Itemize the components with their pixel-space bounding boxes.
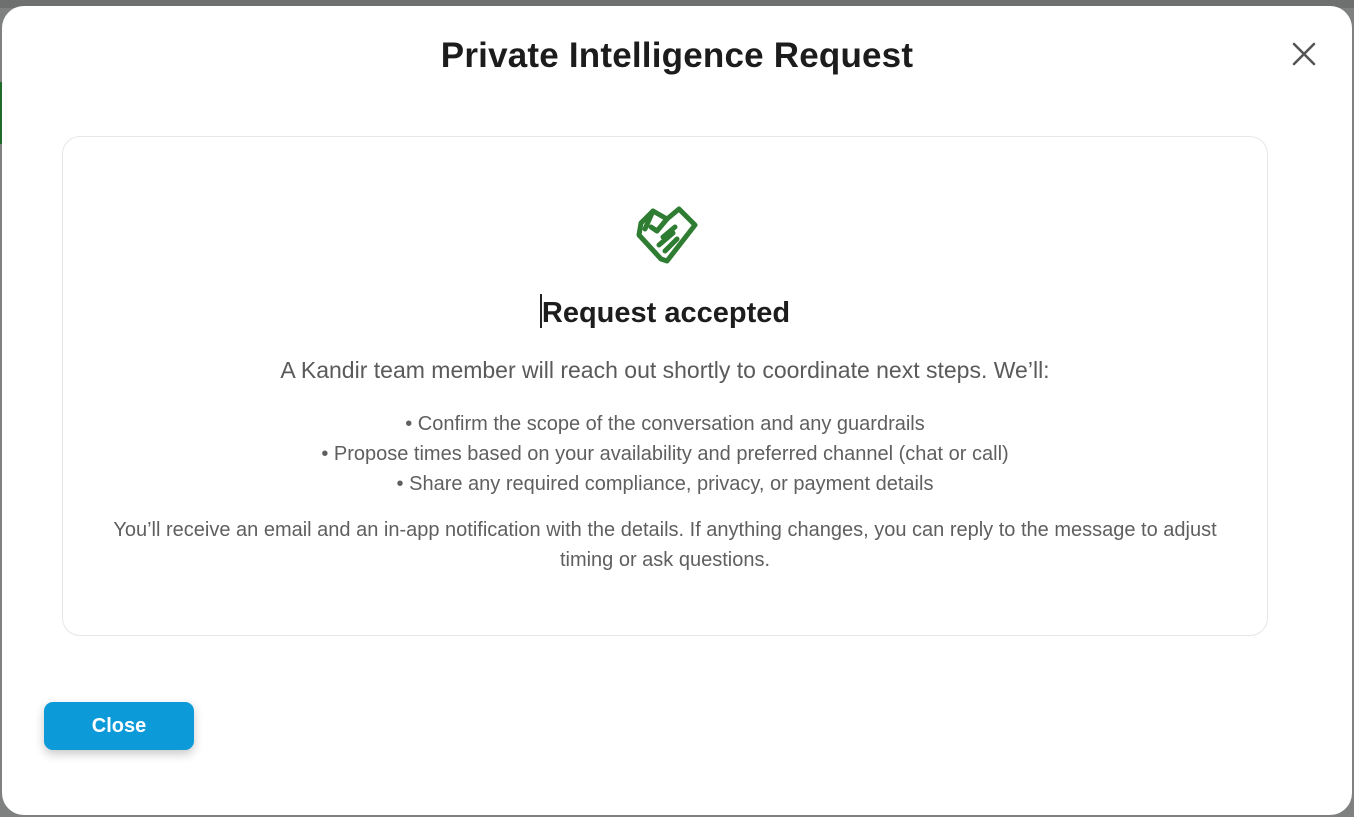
list-item: • Propose times based on your availabili… xyxy=(321,443,1009,465)
handshake-icon xyxy=(631,203,701,267)
confirmation-card: Request accepted A Kandir team member wi… xyxy=(62,136,1268,636)
confirmation-heading-text: Request accepted xyxy=(541,297,791,329)
modal-title: Private Intelligence Request xyxy=(440,36,914,75)
request-modal: Private Intelligence Request Request acc… xyxy=(2,6,1352,815)
next-steps-list: • Confirm the scope of the conversation … xyxy=(63,409,1267,499)
confirmation-heading: Request accepted xyxy=(63,294,1267,330)
close-icon[interactable] xyxy=(1292,42,1316,66)
list-item: • Share any required compliance, privacy… xyxy=(396,473,934,495)
list-item: • Confirm the scope of the conversation … xyxy=(405,413,925,435)
close-button[interactable]: Close xyxy=(44,702,194,750)
closing-text: You’ll receive an email and an in-app no… xyxy=(113,519,1217,571)
intro-text: A Kandir team member will reach out shor… xyxy=(280,357,1050,383)
